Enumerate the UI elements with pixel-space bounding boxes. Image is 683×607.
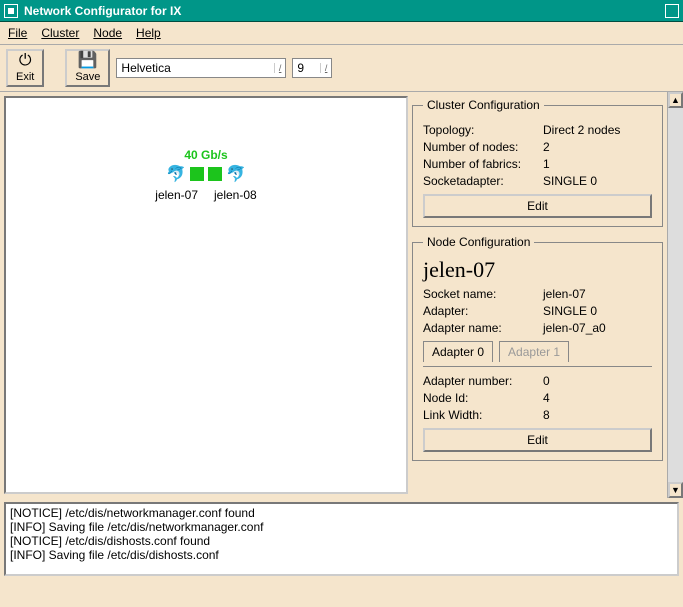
menu-node[interactable]: Node	[93, 26, 122, 40]
chevron-down-icon: /	[274, 63, 282, 73]
adapter-name-value: jelen-07_a0	[543, 321, 606, 335]
node-id-value: 4	[543, 391, 550, 405]
menu-bar: File Cluster Node Help	[0, 22, 683, 45]
link-box	[190, 167, 204, 181]
scroll-down-icon[interactable]: ▼	[668, 482, 683, 498]
node-icon: 🐬	[166, 164, 186, 184]
exit-button[interactable]: ⏻ Exit	[6, 49, 44, 87]
floppy-icon: 💾	[75, 53, 100, 69]
node-config-panel: Node Configuration jelen-07 Socket name:…	[412, 235, 663, 461]
fabrics-value: 1	[543, 157, 550, 171]
vertical-scrollbar[interactable]: ▲ ▼	[667, 92, 683, 498]
nodes-value: 2	[543, 140, 550, 154]
window-title: Network Configurator for IX	[24, 4, 181, 18]
title-bar: Network Configurator for IX	[0, 0, 683, 22]
cluster-config-panel: Cluster Configuration Topology:Direct 2 …	[412, 98, 663, 227]
node-title: jelen-07	[423, 257, 652, 283]
log-line: [NOTICE] /etc/dis/networkmanager.conf fo…	[10, 506, 673, 520]
log-output: [NOTICE] /etc/dis/networkmanager.conf fo…	[4, 502, 679, 576]
log-line: [NOTICE] /etc/dis/dishosts.conf found	[10, 534, 673, 548]
menu-file[interactable]: File	[8, 26, 27, 40]
cluster-config-legend: Cluster Configuration	[423, 98, 544, 112]
scroll-up-icon[interactable]: ▲	[668, 92, 683, 108]
link-speed-label: 40 Gb/s	[6, 148, 406, 162]
topology-canvas[interactable]: 40 Gb/s 🐬 🐬 jelen-07 jelen-08	[4, 96, 408, 494]
cluster-edit-button[interactable]: Edit	[423, 194, 652, 218]
link-box	[208, 167, 222, 181]
socket-name-value: jelen-07	[543, 287, 586, 301]
power-icon: ⏻	[16, 53, 34, 69]
socketadapter-value: SINGLE 0	[543, 174, 597, 188]
save-button[interactable]: 💾 Save	[65, 49, 110, 87]
cluster-diagram: 40 Gb/s 🐬 🐬 jelen-07 jelen-08	[6, 148, 406, 202]
font-size-value: 9	[297, 61, 304, 75]
menu-help[interactable]: Help	[136, 26, 161, 40]
link-width-value: 8	[543, 408, 550, 422]
chevron-down-icon: /	[320, 63, 328, 73]
font-size-select[interactable]: 9 /	[292, 58, 332, 78]
node-config-legend: Node Configuration	[423, 235, 534, 249]
window-button[interactable]	[665, 4, 679, 18]
menu-cluster[interactable]: Cluster	[41, 26, 79, 40]
log-line: [INFO] Saving file /etc/dis/dishosts.con…	[10, 548, 673, 562]
node-label: jelen-07	[155, 188, 198, 202]
topology-value: Direct 2 nodes	[543, 123, 620, 137]
node-icon: 🐬	[226, 164, 246, 184]
app-icon	[4, 4, 18, 18]
toolbar: ⏻ Exit 💾 Save Helvetica / 9 /	[0, 45, 683, 92]
node-edit-button[interactable]: Edit	[423, 428, 652, 452]
font-family-select[interactable]: Helvetica /	[116, 58, 286, 78]
tab-adapter-0[interactable]: Adapter 0	[423, 341, 493, 362]
log-line: [INFO] Saving file /etc/dis/networkmanag…	[10, 520, 673, 534]
node-label: jelen-08	[214, 188, 257, 202]
adapter-value: SINGLE 0	[543, 304, 597, 318]
adapter-number-value: 0	[543, 374, 550, 388]
tab-adapter-1[interactable]: Adapter 1	[499, 341, 569, 362]
font-family-value: Helvetica	[121, 61, 170, 75]
